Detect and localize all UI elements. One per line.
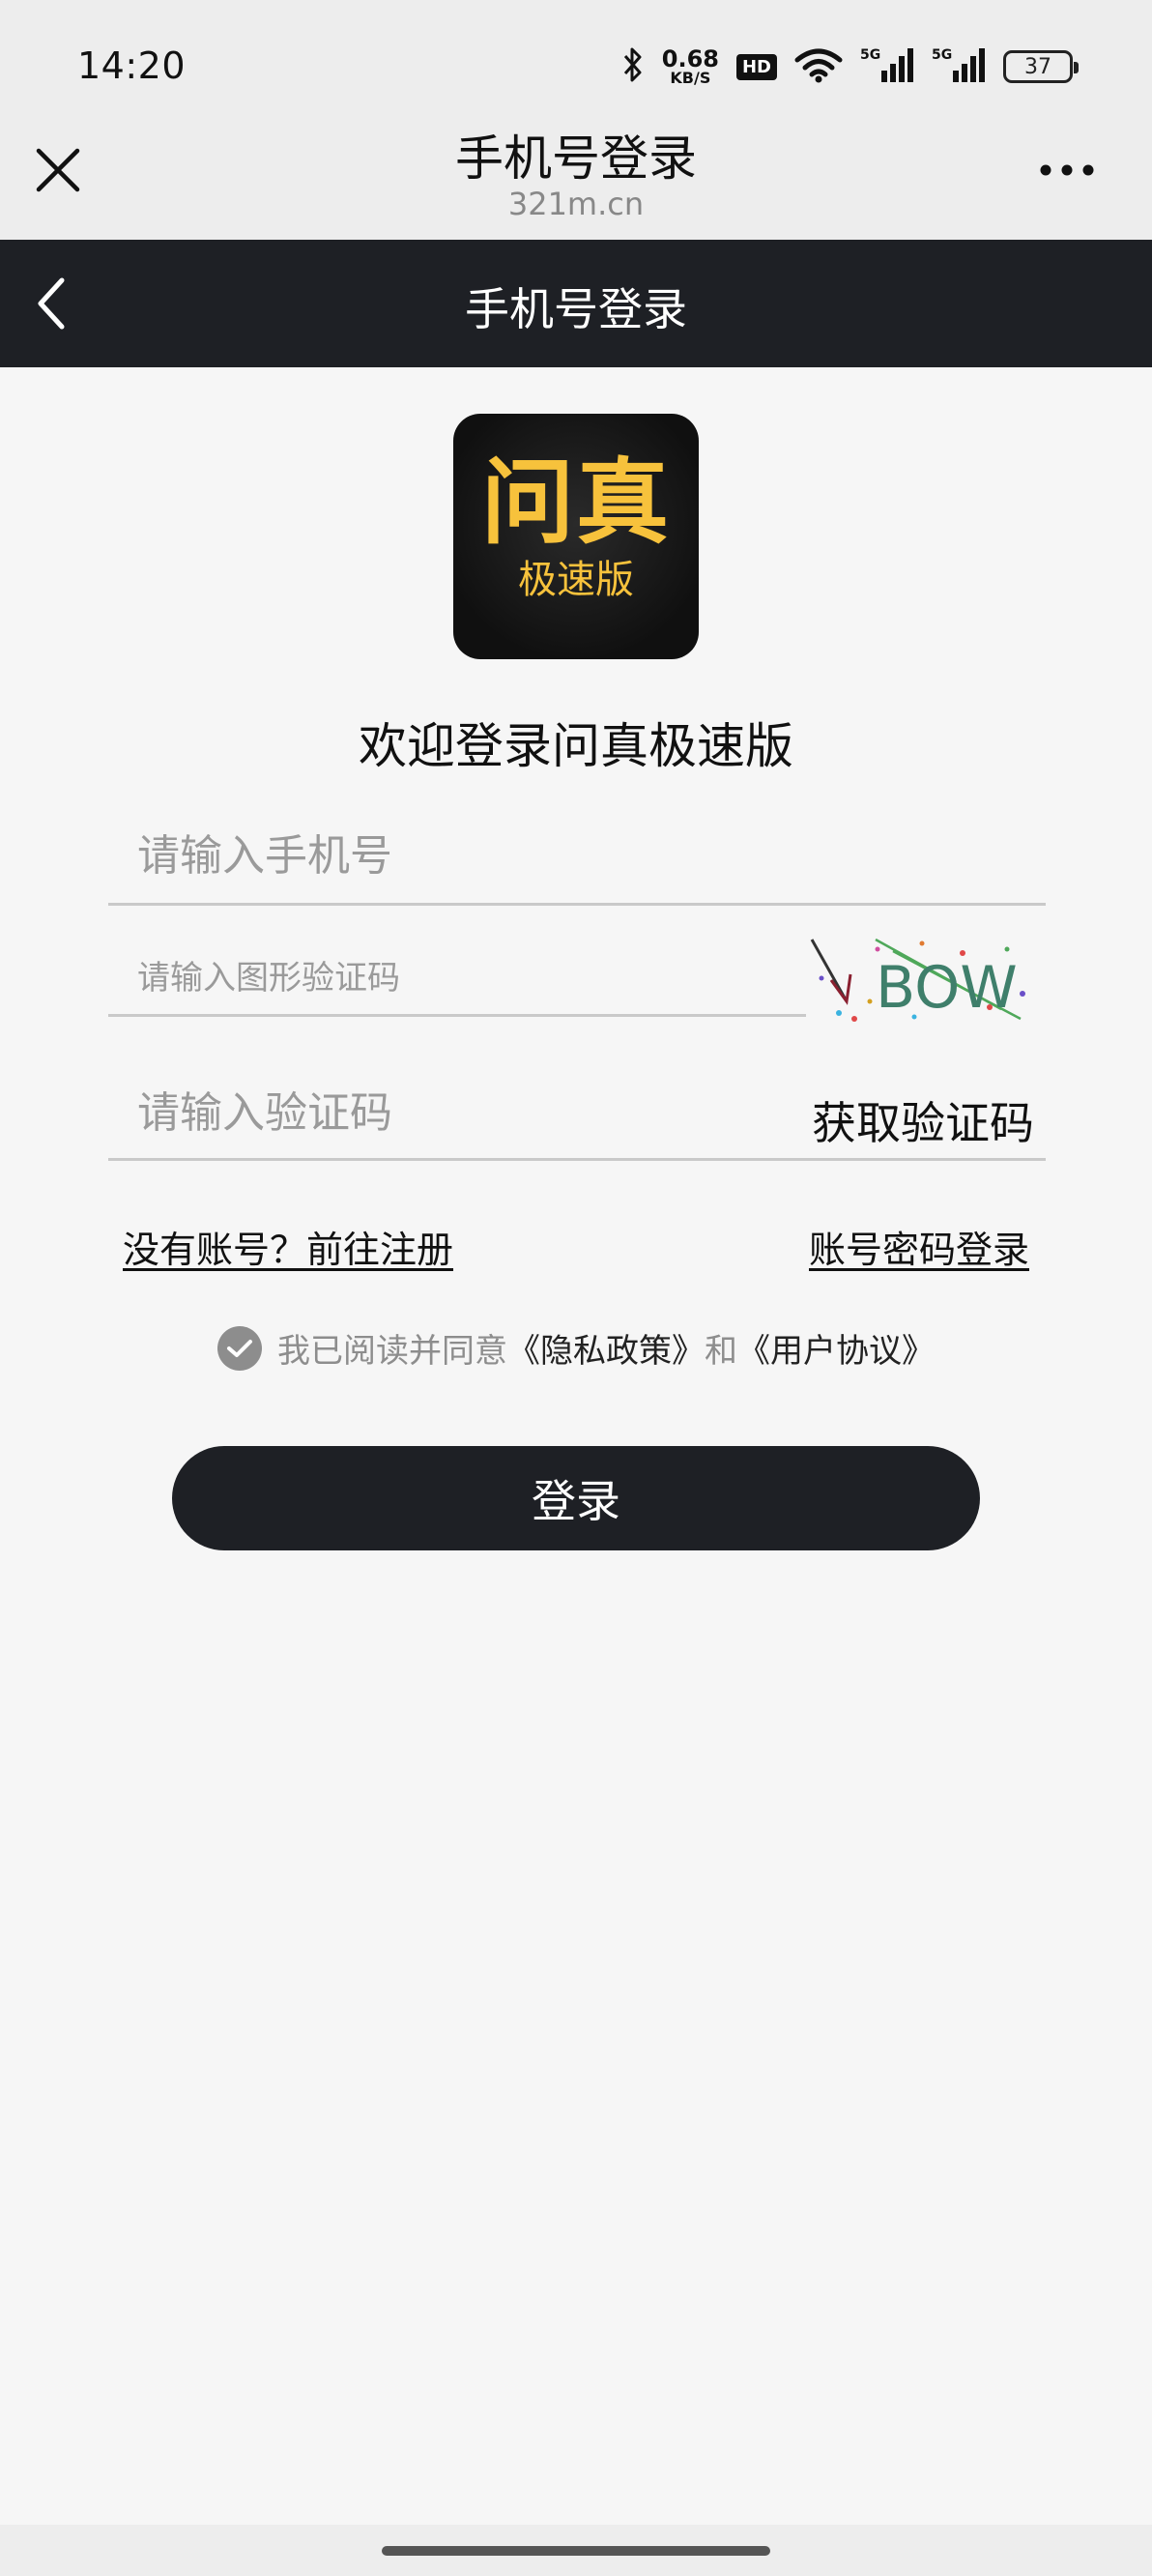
phone-input[interactable] <box>137 822 1007 889</box>
hd-badge: HD <box>735 53 777 80</box>
bluetooth-icon <box>621 45 645 88</box>
net-speed-unit: KB/S <box>670 69 711 87</box>
logo-main-text: 问真 <box>481 449 671 557</box>
signal-1-label: 5G <box>860 47 880 63</box>
agreement-checkbox[interactable] <box>217 1325 262 1371</box>
login-button[interactable]: 登录 <box>172 1446 980 1550</box>
verification-code-input[interactable] <box>137 1079 775 1146</box>
more-icon[interactable] <box>1038 159 1096 182</box>
status-time: 14:20 <box>77 44 187 87</box>
user-agreement-link[interactable]: 《用户协议》 <box>737 1324 935 1372</box>
check-icon <box>227 1339 252 1357</box>
app-logo: 问真 极速版 <box>453 414 699 659</box>
captcha-image[interactable]: BOW <box>808 930 1040 1028</box>
logo-sub-text: 极速版 <box>518 558 634 602</box>
status-bar: 14:20 0.68 KB/S HD 5G 5G 37 <box>0 0 1152 116</box>
password-login-link[interactable]: 账号密码登录 <box>809 1220 1029 1273</box>
gesture-bar <box>0 2525 1152 2576</box>
net-speed-value: 0.68 <box>661 45 719 72</box>
code-field-underline <box>108 1158 1046 1161</box>
page-title: 手机号登录 <box>465 283 687 335</box>
agreement-row: 我已阅读并同意 《隐私政策》 和 《用户协议》 <box>0 1324 1152 1372</box>
agreement-text: 我已阅读并同意 <box>277 1332 507 1371</box>
agreement-and: 和 <box>705 1332 737 1371</box>
battery-icon: 37 <box>1003 50 1079 83</box>
battery-level: 37 <box>1024 54 1051 79</box>
home-indicator[interactable] <box>382 2546 770 2556</box>
status-icons: 0.68 KB/S HD 5G 5G 37 <box>621 43 1079 91</box>
wifi-icon <box>794 46 843 87</box>
register-link[interactable]: 没有账号？前往注册 <box>123 1220 453 1273</box>
signal-2-label: 5G <box>932 47 952 63</box>
get-code-button[interactable]: 获取验证码 <box>812 1088 1034 1152</box>
browser-top-area: 14:20 0.68 KB/S HD 5G 5G 37 手机号登录 321m.c… <box>0 0 1152 240</box>
page-header: 手机号登录 <box>0 240 1152 367</box>
welcome-heading: 欢迎登录问真极速版 <box>359 718 793 774</box>
captcha-image-text: BOW <box>876 954 1018 1022</box>
signal-icon: 5G <box>932 45 986 88</box>
browser-title: 手机号登录 <box>455 130 697 187</box>
phone-field-underline <box>108 903 1046 906</box>
net-speed: 0.68 KB/S <box>662 47 719 86</box>
signal-icon: 5G <box>860 45 914 88</box>
captcha-field-underline <box>108 1014 806 1017</box>
captcha-input[interactable] <box>137 949 794 1007</box>
privacy-policy-link[interactable]: 《隐私政策》 <box>507 1324 705 1372</box>
browser-domain: 321m.cn <box>507 186 645 222</box>
